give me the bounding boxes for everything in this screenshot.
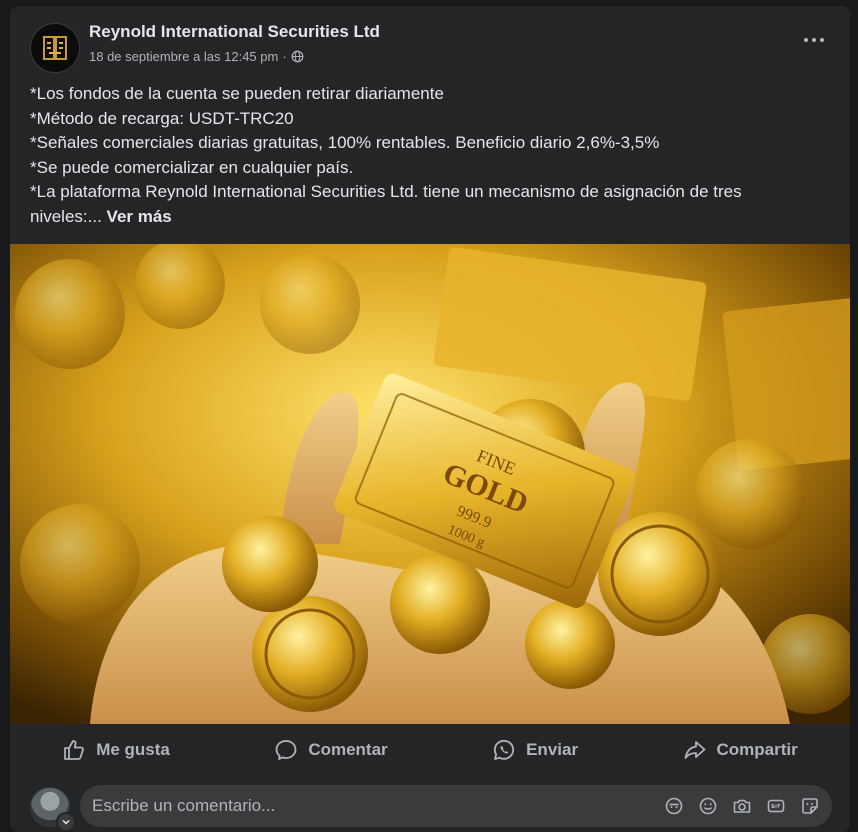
comment-input[interactable] [80,795,664,817]
send-button[interactable]: Enviar [480,730,590,770]
avatar-sticker-button[interactable] [664,796,684,816]
thumbs-up-icon [64,740,85,760]
post-line-last: niveles:... Ver más [30,205,830,230]
post-line: *Se puede comercializar en cualquier paí… [30,157,354,177]
post-timestamp[interactable]: 18 de septiembre a las 12:45 pm [89,49,278,64]
comment-label: Comentar [308,740,388,759]
gif-icon [767,799,785,813]
more-dot [804,38,808,42]
comment-tools [664,796,832,816]
camera-icon [733,799,751,813]
sticker-button[interactable] [800,796,820,816]
post-card: Reynold International Securities Ltd 18 … [10,6,850,832]
comment-composer [10,776,850,832]
post-line: *Los fondos de la cuenta se pueden retir… [30,84,444,103]
share-button[interactable]: Compartir [671,730,810,770]
share-icon [684,741,705,759]
see-more-link[interactable]: Ver más [107,207,172,226]
more-options-button[interactable] [798,28,830,52]
post-line: *La plataforma Reynold International Sec… [30,182,742,201]
like-button[interactable]: Me gusta [50,730,182,770]
post-photo[interactable]: FINE GOLD 999.9 1000 g [10,244,850,724]
avatar-menu-chevron[interactable] [56,812,76,832]
gold-hands-image: FINE GOLD 999.9 1000 g [10,244,850,724]
globe-icon[interactable] [291,50,304,63]
meta-separator: · [282,49,287,64]
gif-button[interactable] [766,796,786,816]
share-label: Compartir [716,740,798,759]
page-avatar[interactable] [30,23,80,73]
post-header: Reynold International Securities Ltd 18 … [10,6,850,76]
send-label: Enviar [526,740,579,759]
company-logo-icon [43,36,67,60]
post-line: niveles:... [30,206,102,226]
whatsapp-icon [493,739,515,760]
comment-box [80,785,832,827]
post-line: *Método de recarga: USDT-TRC20 [30,108,294,128]
sticker-icon [802,798,818,814]
avatar-sticker-icon [665,797,683,815]
comment-icon [275,740,297,760]
emoji-button[interactable] [698,796,718,816]
chevron-down-icon [62,819,70,825]
post-actions: Me gusta Comentar Enviar Compartir [10,724,850,776]
post-line: *Señales comerciales diarias gratuitas, … [30,133,660,152]
camera-button[interactable] [732,796,752,816]
emoji-icon [699,797,717,815]
more-dot [812,38,816,42]
post-author[interactable]: Reynold International Securities Ltd [89,22,380,42]
post-text: *Los fondos de la cuenta se pueden retir… [30,82,830,229]
more-dot [820,38,824,42]
post-meta: 18 de septiembre a las 12:45 pm · [89,49,304,64]
comment-button[interactable]: Comentar [262,730,399,770]
like-label: Me gusta [96,740,170,759]
